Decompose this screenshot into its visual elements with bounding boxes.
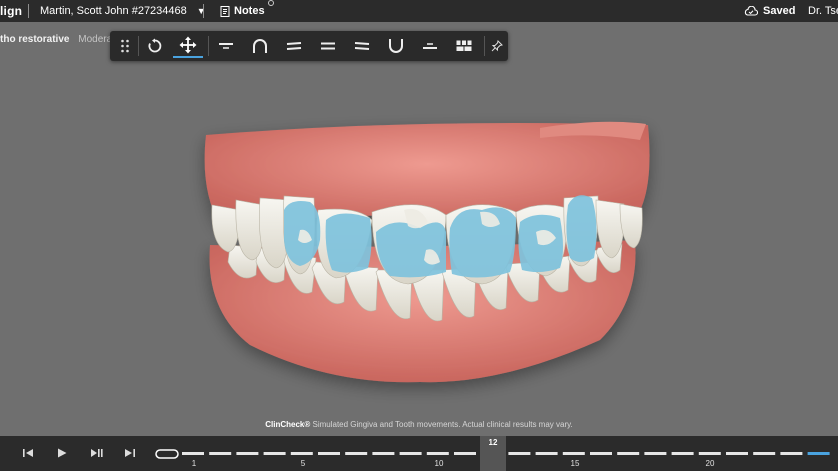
teeth-model (204, 121, 650, 383)
top-bar: lign Martin, Scott John #27234468 ▼ Note… (0, 0, 838, 22)
patient-name: Martin, Scott John #27234468 (40, 5, 187, 17)
current-stage-number: 12 (488, 438, 498, 447)
stage-segment[interactable] (753, 452, 776, 455)
doctor-menu[interactable]: Dr. Tse (808, 5, 838, 17)
caption-text: Simulated Gingiva and Tooth movements. A… (312, 420, 573, 429)
stage-segment[interactable] (263, 452, 286, 455)
app-logo: lign (0, 4, 23, 18)
stage-segment[interactable] (318, 452, 340, 455)
current-stage-indicator[interactable]: 12 (480, 436, 506, 471)
upper-arch-icon (253, 39, 267, 53)
stage-segment[interactable] (182, 452, 204, 455)
pin-toolbar-button[interactable] (482, 34, 512, 58)
stage-segment[interactable] (671, 452, 694, 455)
stage-segment[interactable] (698, 452, 721, 455)
stage-label: 5 (300, 459, 306, 468)
stage-segment[interactable] (209, 452, 232, 455)
notes-label: Notes (234, 5, 265, 17)
front-view-button[interactable] (313, 34, 343, 58)
stage-label: 15 (570, 459, 580, 468)
front-view-icon (321, 42, 335, 50)
right-view-button[interactable] (279, 34, 309, 58)
stage-segment[interactable] (617, 452, 640, 455)
stage-segment[interactable] (508, 452, 531, 455)
lower-arch-view-button[interactable] (381, 34, 411, 58)
notes-icon (220, 5, 230, 17)
caption-brand: ClinCheck® (265, 420, 311, 429)
notes-button[interactable]: Notes (220, 0, 274, 17)
stage-label: 10 (434, 459, 444, 468)
lower-arch-icon (389, 39, 403, 53)
stage-segment[interactable] (590, 452, 612, 455)
view-toolbar (110, 31, 508, 61)
3d-viewport[interactable] (0, 62, 838, 436)
top-view-button[interactable] (211, 34, 241, 58)
stage-segment[interactable] (426, 452, 449, 455)
stage-segment[interactable] (535, 452, 558, 455)
stage-segment[interactable] (345, 452, 368, 455)
toolbar-divider (208, 36, 209, 56)
bottom-view-button[interactable] (415, 34, 445, 58)
cloud-check-icon (744, 6, 758, 16)
top-view-icon (219, 43, 233, 49)
save-status: Saved (744, 5, 795, 17)
stage-segment[interactable] (644, 452, 667, 455)
toolbar-divider (138, 36, 139, 56)
toolbar-drag-handle[interactable] (110, 34, 140, 58)
rotate-button[interactable] (140, 34, 170, 58)
saved-label: Saved (763, 5, 796, 17)
stage-label: 20 (705, 459, 715, 468)
clincheck-disclaimer: ClinCheck® Simulated Gingiva and Tooth m… (0, 420, 838, 429)
treatment-plan-info: tho restorative Moderate (0, 34, 121, 45)
divider (28, 4, 29, 18)
stage-segment[interactable] (726, 452, 748, 455)
stage-segment[interactable] (399, 452, 422, 455)
multi-view-button[interactable] (449, 34, 479, 58)
stage-segment[interactable] (372, 452, 395, 455)
treatment-plan-name[interactable]: tho restorative (0, 34, 69, 45)
patient-selector[interactable]: Martin, Scott John #27234468 ▼ (40, 5, 206, 17)
upper-arch-view-button[interactable] (245, 34, 275, 58)
chevron-down-icon: ▼ (196, 6, 206, 16)
divider (203, 4, 204, 18)
stage-segment[interactable] (454, 452, 476, 455)
left-view-button[interactable] (347, 34, 377, 58)
stage-segment[interactable] (780, 452, 803, 455)
move-arrows-icon (179, 36, 197, 54)
right-view-icon (286, 42, 302, 50)
grip-icon (121, 39, 129, 53)
rotate-icon (148, 38, 162, 53)
stage-timeline: 12 1 5 10 15 20 (0, 436, 838, 471)
bottom-view-icon (423, 43, 437, 49)
stage-segment[interactable] (236, 452, 259, 455)
stage-segment[interactable] (290, 452, 313, 455)
stage-0-marker (155, 449, 179, 459)
notes-indicator (268, 0, 274, 6)
left-view-icon (354, 42, 370, 50)
pin-icon (491, 40, 503, 52)
grid-view-icon (456, 40, 472, 51)
stage-segment[interactable] (807, 452, 830, 455)
stage-label: 1 (191, 459, 197, 468)
stage-segment[interactable] (562, 452, 585, 455)
move-button[interactable] (173, 34, 203, 58)
